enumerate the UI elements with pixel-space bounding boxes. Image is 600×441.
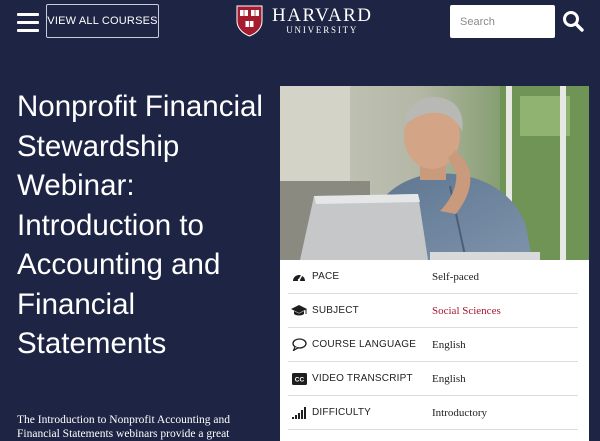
detail-label: VIDEO TRANSCRIPT (312, 373, 413, 384)
detail-value: English (432, 372, 466, 385)
detail-label: PACE (312, 271, 340, 282)
detail-row-course-language: COURSE LANGUAGE English (288, 328, 578, 362)
detail-label: SUBJECT (312, 305, 359, 316)
detail-row-difficulty: DIFFICULTY Introductory (288, 396, 578, 430)
detail-row-video-transcript: CC VIDEO TRANSCRIPT English (288, 362, 578, 396)
detail-label: COURSE LANGUAGE (312, 339, 417, 350)
course-hero-image (280, 86, 589, 260)
course-title: Nonprofit Financial Stewardship Webinar:… (17, 90, 263, 360)
logo-subtitle: UNIVERSITY (286, 24, 359, 35)
person-at-laptop-image (280, 86, 589, 260)
detail-row-subject: SUBJECT Social Sciences (288, 294, 578, 328)
detail-row-pace: PACE Self-paced (288, 260, 578, 294)
speech-bubble-icon (291, 338, 307, 352)
detail-label: DIFFICULTY (312, 407, 372, 418)
subject-link[interactable]: Social Sciences (432, 305, 501, 317)
logo-wordmark: HARVARD (272, 4, 373, 26)
search-input[interactable] (450, 5, 555, 38)
detail-value: Introductory (432, 406, 487, 419)
course-details-panel: PACE Self-paced SUBJECT Social Sciences … (280, 260, 589, 441)
speedometer-icon (291, 270, 307, 284)
graduation-cap-icon (291, 304, 307, 318)
closed-caption-icon: CC (291, 372, 307, 386)
view-all-courses-button[interactable]: VIEW ALL COURSES (46, 4, 159, 38)
detail-value: Self-paced (432, 270, 480, 283)
signal-bars-icon (291, 406, 307, 420)
search-icon[interactable] (562, 10, 584, 32)
menu-hamburger-icon[interactable] (17, 12, 39, 32)
harvard-logo[interactable]: HARVARD UNIVERSITY (236, 5, 372, 37)
detail-value: English (432, 338, 466, 351)
course-description: The Introduction to Nonprofit Accounting… (17, 414, 231, 440)
harvard-shield-icon (236, 5, 263, 37)
svg-text:CC: CC (294, 376, 304, 383)
